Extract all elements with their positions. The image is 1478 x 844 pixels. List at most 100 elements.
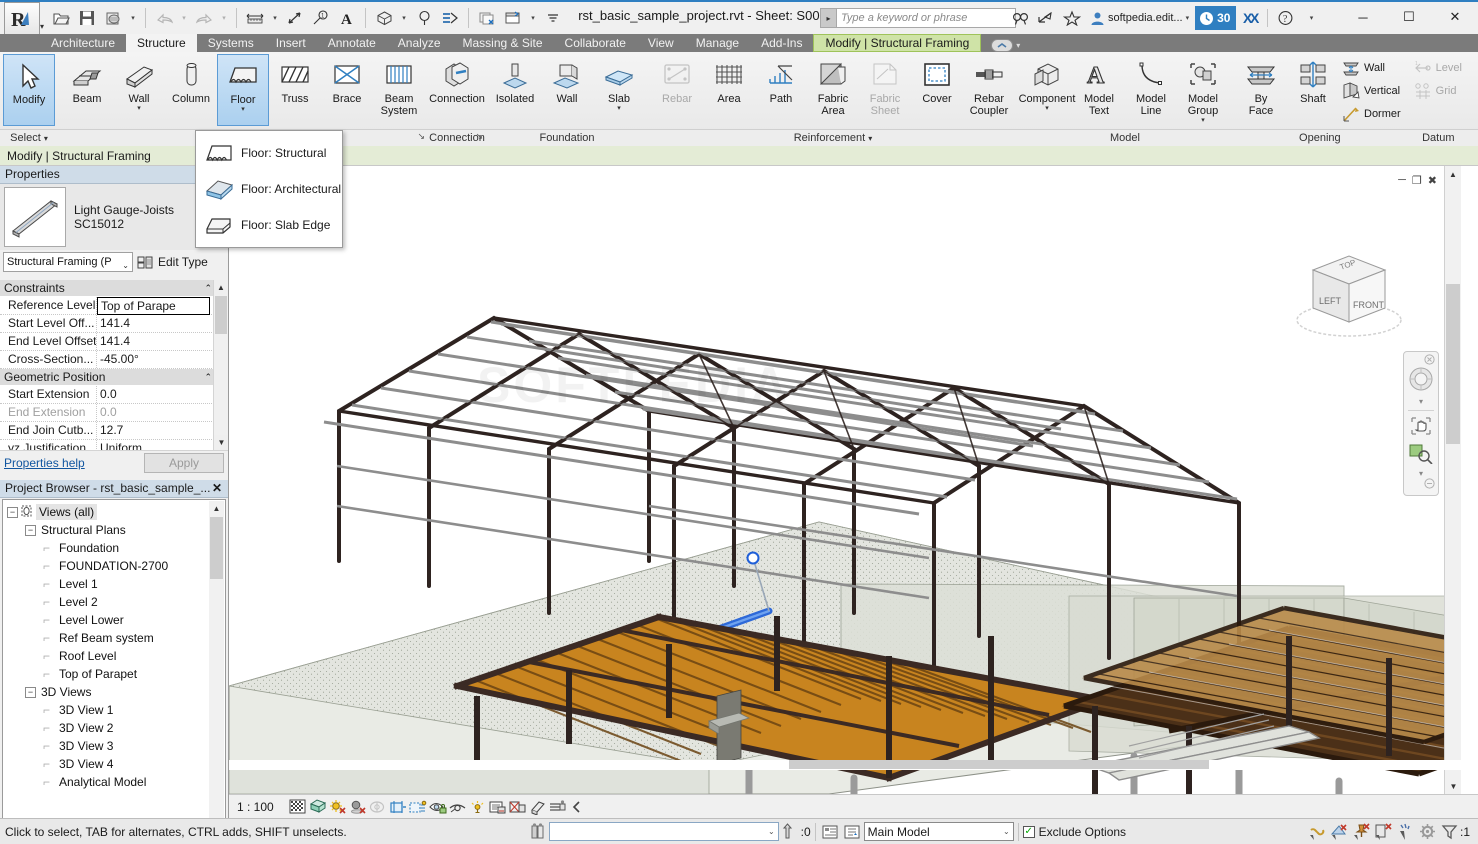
ribbon-button-wall[interactable]: Wall — [1339, 57, 1405, 79]
trial-days-badge[interactable]: 30 — [1195, 6, 1237, 30]
user-account-button[interactable]: softpedia.edit... ▾ — [1086, 5, 1193, 31]
open-icon[interactable] — [48, 4, 74, 32]
drag-elements-icon[interactable] — [1394, 822, 1416, 842]
scroll-down-icon[interactable]: ▼ — [214, 435, 228, 450]
ribbon-tab-analyze[interactable]: Analyze — [387, 34, 452, 52]
default-3d-view-icon[interactable] — [371, 4, 397, 32]
redo-icon[interactable] — [191, 4, 217, 32]
pan-icon[interactable] — [1409, 415, 1433, 440]
view-vertical-scrollbar[interactable]: ▲ ▼ — [1444, 166, 1461, 794]
category-selector[interactable]: Structural Framing (P ⌄ — [3, 252, 133, 272]
undo-icon[interactable] — [151, 4, 177, 32]
ribbon-tab-architecture[interactable]: Architecture — [40, 34, 126, 52]
dialog-launcher-icon[interactable]: ↘ — [475, 128, 483, 145]
ribbon-button-beam[interactable]: Beam — [61, 54, 113, 126]
property-value[interactable]: 0.0 — [97, 404, 228, 421]
search-icon[interactable] — [1008, 5, 1032, 31]
ribbon-button-isolated[interactable]: Isolated — [489, 54, 541, 126]
ribbon-button-set[interactable]: Set — [1472, 54, 1478, 126]
minimize-button[interactable]: ─ — [1340, 0, 1386, 34]
ribbon-button-connection[interactable]: Connection — [429, 54, 485, 126]
lock-3d-view-icon[interactable] — [428, 797, 448, 817]
dialog-launcher-icon[interactable]: ↘ — [417, 128, 425, 145]
scroll-up-icon[interactable]: ▲ — [1445, 166, 1461, 182]
scroll-up-icon[interactable]: ▲ — [214, 280, 228, 295]
property-value[interactable]: -45.00° — [97, 351, 228, 368]
zoom-caret-icon[interactable]: ▾ — [1419, 469, 1423, 478]
shadows-off-icon[interactable] — [348, 797, 368, 817]
show-crop-region-icon[interactable] — [408, 797, 428, 817]
navbar-collapse-icon[interactable] — [1424, 478, 1435, 492]
property-value[interactable]: Uniform — [97, 440, 228, 450]
ribbon-button-truss[interactable]: Truss — [269, 54, 321, 126]
ribbon-tab-view[interactable]: View — [637, 34, 685, 52]
view-cube[interactable]: TOP LEFT FRONT — [1289, 236, 1419, 346]
search-dropdown-icon[interactable]: ▸ — [820, 8, 836, 28]
select-underlay-icon[interactable] — [1328, 822, 1350, 842]
browser-vertical-scrollbar[interactable]: ▲ ▼ — [209, 501, 224, 844]
property-row[interactable]: Start Extension 0.0 — [0, 386, 228, 404]
analytical-model-visibility-icon[interactable] — [508, 797, 528, 817]
help-icon[interactable]: ? — [1273, 5, 1297, 31]
ribbon-button-path[interactable]: Path — [755, 54, 807, 126]
application-menu-button[interactable]: R — [4, 2, 40, 36]
temporary-hide-isolate-icon[interactable] — [448, 797, 468, 817]
editing-requests-icon[interactable] — [842, 822, 864, 842]
exchange-apps-icon[interactable]: XX — [1238, 5, 1262, 31]
detail-level-icon[interactable] — [288, 797, 308, 817]
steering-wheel-icon[interactable] — [1408, 366, 1434, 395]
render-dialog-icon[interactable] — [368, 797, 388, 817]
chevron-down-icon[interactable]: ▾ — [617, 105, 621, 112]
save-as-cloud-icon[interactable] — [100, 4, 126, 32]
design-option-input[interactable]: ⌄ — [548, 822, 779, 841]
chevron-down-icon[interactable]: ⌄ — [1003, 827, 1010, 836]
ribbon-tab-massing-site[interactable]: Massing & Site — [452, 34, 554, 52]
measure-caret-icon[interactable]: ▾ — [268, 4, 282, 32]
browser-node-3d-view-4[interactable]: ⌐ 3D View 4 — [7, 755, 225, 773]
ribbon-button-model-line[interactable]: Model Line — [1125, 54, 1177, 126]
ribbon-tab-structure[interactable]: Structure — [126, 34, 197, 52]
ribbon-button-modify[interactable]: Modify — [3, 54, 55, 126]
property-value[interactable]: Top of Parape — [97, 297, 210, 315]
contextual-tab-modify-structural-framing[interactable]: Modify | Structural Framing — [813, 34, 982, 52]
chevron-down-icon[interactable]: ▾ — [137, 105, 141, 112]
panel-caret-icon[interactable]: ▾ — [868, 134, 872, 143]
chevron-down-icon[interactable]: ▾ — [1201, 117, 1205, 124]
temporary-view-properties-icon[interactable] — [488, 797, 508, 817]
apply-button[interactable]: Apply — [144, 452, 224, 473]
save-as-caret-icon[interactable]: ▾ — [126, 4, 140, 32]
browser-node-3d-view-1[interactable]: ⌐ 3D View 1 — [7, 701, 225, 719]
ribbon-button-vertical[interactable]: Vertical — [1339, 80, 1405, 102]
maximize-button[interactable]: ☐ — [1386, 0, 1432, 34]
ribbon-button-wall[interactable]: Wall ▾ — [113, 54, 165, 126]
crop-view-icon[interactable] — [388, 797, 408, 817]
text-icon[interactable]: A — [334, 4, 360, 32]
section-icon[interactable] — [411, 4, 437, 32]
view-close-button[interactable]: ✖ — [1428, 174, 1437, 187]
search-input[interactable]: Type a keyword or phrase — [836, 8, 1016, 28]
active-workset-selector[interactable]: Main Model ⌄ — [863, 822, 1014, 841]
exclude-options-checkbox[interactable]: ✓ Exclude Options — [1022, 825, 1126, 839]
view-minimize-button[interactable]: ─ — [1398, 174, 1406, 187]
application-menu-caret-icon[interactable]: ▾ — [40, 22, 44, 31]
save-icon[interactable] — [74, 4, 100, 32]
property-value[interactable]: 0.0 — [97, 386, 217, 403]
collapse-arrow-icon[interactable] — [568, 797, 588, 817]
thin-lines-icon[interactable] — [437, 4, 463, 32]
3d-view-canvas[interactable]: SOFTPEDIA ─ ❐ ✖ TOP LEFT FRONT ▾ ▾ ▲ ▼ — [229, 166, 1461, 794]
reveal-hidden-elements-icon[interactable] — [468, 797, 488, 817]
property-row[interactable]: End Level Offset 141.4 — [0, 333, 228, 351]
ribbon-button-rebar-coupler[interactable]: Rebar Coupler — [963, 54, 1015, 126]
scroll-thumb[interactable] — [1446, 284, 1460, 444]
ribbon-tab-add-ins[interactable]: Add-Ins — [750, 34, 813, 52]
browser-node-foundation[interactable]: ⌐ Foundation — [7, 539, 225, 557]
expander-icon[interactable]: − — [25, 686, 36, 698]
browser-node-foundation-2700[interactable]: ⌐ FOUNDATION-2700 — [7, 557, 225, 575]
browser-node-3d-views[interactable]: −3D Views — [7, 683, 225, 701]
ribbon-button-model-text[interactable]: A Model Text — [1073, 54, 1125, 126]
property-row[interactable]: End Extension 0.0 — [0, 404, 228, 422]
menu-item-floor-structural[interactable]: Floor: Structural — [196, 135, 342, 171]
browser-node-top-of-parapet[interactable]: ⌐ Top of Parapet — [7, 665, 225, 683]
close-icon[interactable]: ✕ — [212, 480, 228, 497]
ribbon-minimize-caret-icon[interactable]: ▾ — [1016, 41, 1020, 50]
